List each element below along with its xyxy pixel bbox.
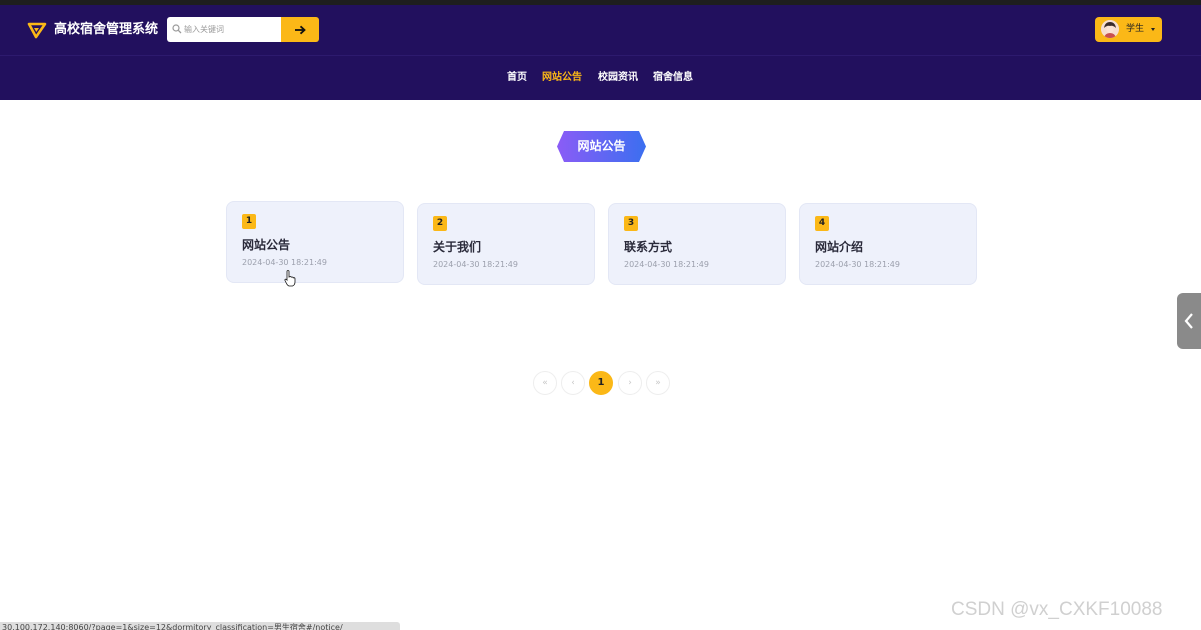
nav-item-dorm-info[interactable]: 宿舍信息 <box>653 71 693 85</box>
notice-date: 2024-04-30 18:21:49 <box>242 258 327 267</box>
pagination-first-button[interactable]: « <box>533 371 557 395</box>
notice-index: 4 <box>815 216 829 231</box>
notice-card[interactable]: 4 网站介绍 2024-04-30 18:21:49 <box>799 203 977 285</box>
notice-index: 1 <box>242 214 256 229</box>
notice-card[interactable]: 3 联系方式 2024-04-30 18:21:49 <box>608 203 786 285</box>
search-icon <box>172 24 182 34</box>
pagination-page-1[interactable]: 1 <box>589 371 613 395</box>
notice-index: 2 <box>433 216 447 231</box>
status-bar-url: 30.100.172.140:8060/?page=1&size=12&dorm… <box>0 622 400 630</box>
hand-cursor-icon <box>284 270 296 287</box>
pagination-next-button[interactable]: › <box>618 371 642 395</box>
notice-card[interactable]: 2 关于我们 2024-04-30 18:21:49 <box>417 203 595 285</box>
nav-item-campus-news[interactable]: 校园资讯 <box>598 71 638 85</box>
notice-date: 2024-04-30 18:21:49 <box>815 260 900 269</box>
notice-title: 网站公告 <box>242 238 291 252</box>
search-field <box>167 17 281 42</box>
search-input[interactable] <box>184 17 279 42</box>
notice-title: 联系方式 <box>624 240 673 254</box>
notice-title: 关于我们 <box>433 240 482 254</box>
chevron-left-icon <box>1184 313 1193 329</box>
user-menu-button[interactable]: 学生 <box>1095 17 1162 42</box>
user-role-label: 学生 <box>1126 24 1145 34</box>
watermark: CSDN @vx_CXKF10088 <box>951 599 1163 620</box>
avatar-image-icon <box>1101 20 1119 38</box>
pagination-last-button[interactable]: » <box>646 371 670 395</box>
main-nav: 首页 网站公告 校园资讯 宿舍信息 <box>0 55 1201 100</box>
logo-icon <box>27 22 47 39</box>
chevron-down-icon <box>1151 28 1155 31</box>
site-title: 高校宿舍管理系统 <box>54 22 159 37</box>
notice-index: 3 <box>624 216 638 231</box>
notice-card[interactable]: 1 网站公告 2024-04-30 18:21:49 <box>226 201 404 283</box>
arrow-right-icon <box>295 25 306 34</box>
notice-title: 网站介绍 <box>815 240 864 254</box>
section-title: 网站公告 <box>577 139 626 153</box>
search-box <box>167 17 319 42</box>
side-panel-toggle[interactable] <box>1177 293 1201 349</box>
nav-item-home[interactable]: 首页 <box>507 71 527 85</box>
section-title-badge: 网站公告 <box>557 131 646 162</box>
search-button[interactable] <box>281 17 319 42</box>
nav-item-notices[interactable]: 网站公告 <box>542 71 582 85</box>
notice-date: 2024-04-30 18:21:49 <box>624 260 709 269</box>
avatar <box>1101 20 1119 38</box>
notice-date: 2024-04-30 18:21:49 <box>433 260 518 269</box>
site-header: 高校宿舍管理系统 学生 <box>0 5 1201 55</box>
pagination-prev-button[interactable]: ‹ <box>561 371 585 395</box>
